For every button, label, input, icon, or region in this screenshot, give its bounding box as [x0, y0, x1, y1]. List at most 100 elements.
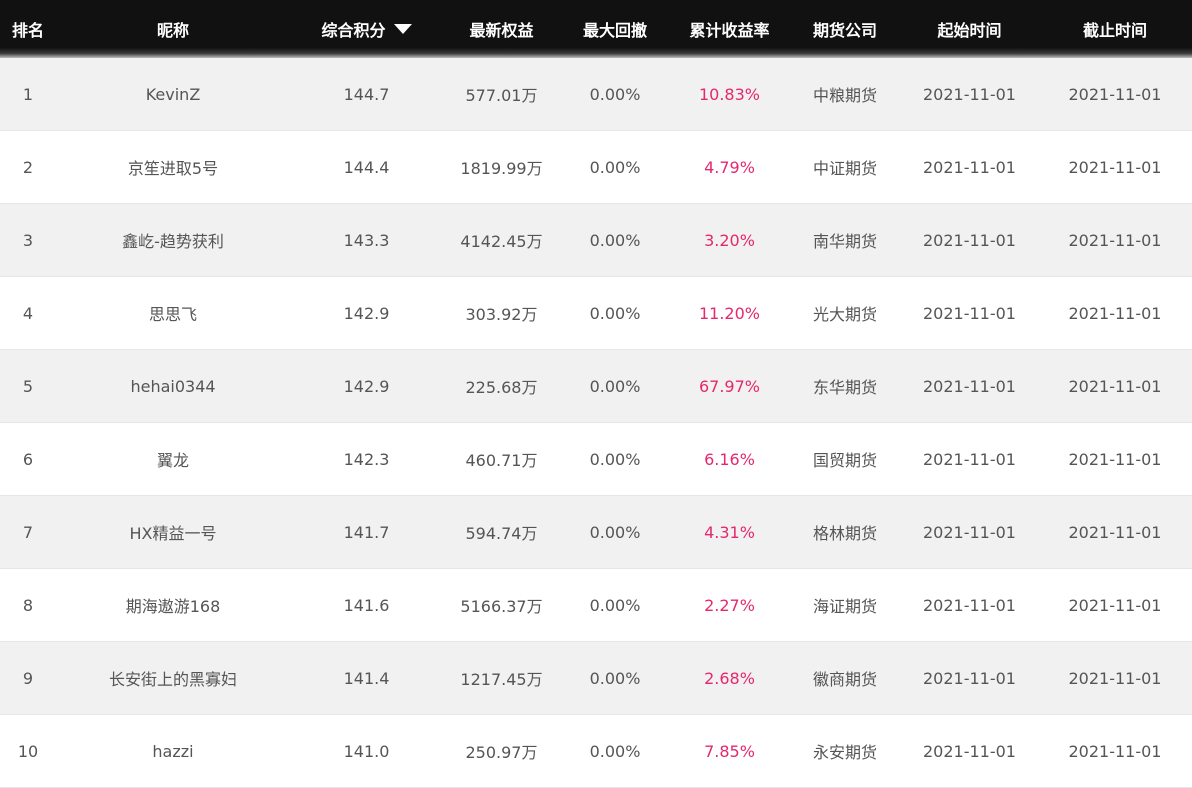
cell-rank: 2 — [22, 157, 34, 177]
table-row: 1 KevinZ 144.7 577.01万 0.00% 10.83% 中粮期货 2021-1… — [0, 58, 1192, 131]
table-header: 排名 昵称 综合积分 最新权益 最大回撤 累计收益率 期货公司 起始时间 截止时… — [0, 0, 1192, 58]
cell-futures-company: 格林期货 — [812, 524, 877, 543]
cell-futures-company: 国贸期货 — [812, 451, 877, 470]
column-header-nickname: 昵称 — [156, 21, 189, 40]
cell-futures-company: 中粮期货 — [812, 86, 877, 105]
ranking-table: 排名 昵称 综合积分 最新权益 最大回撤 累计收益率 期货公司 起始时间 截止时… — [0, 0, 1192, 788]
column-header-max-drawdown: 最大回撤 — [582, 21, 647, 40]
table-row: 8 期海遨游168 141.6 5166.37万 0.00% 2.27% 海证期货 2021-… — [0, 569, 1192, 642]
cell-start-time: 2021-11-01 — [923, 522, 1016, 542]
cell-futures-company: 东华期货 — [812, 378, 877, 397]
cell-equity: 250.97万 — [465, 743, 538, 762]
cell-cumulative-return: 10.83% — [698, 84, 760, 104]
table-row: 9 长安街上的黑寡妇 141.4 1217.45万 0.00% 2.68% 徽商期货 2021… — [0, 642, 1192, 715]
cell-max-drawdown: 0.00% — [589, 741, 641, 761]
cell-cumulative-return: 6.16% — [704, 449, 755, 469]
cell-futures-company: 中证期货 — [812, 159, 877, 178]
column-header-start-time: 起始时间 — [937, 21, 1002, 40]
cell-rank: 5 — [22, 376, 34, 396]
cell-rank: 8 — [22, 595, 34, 615]
cell-nickname: 长安街上的黑寡妇 — [108, 670, 237, 689]
cell-nickname: 思思飞 — [148, 305, 197, 324]
cell-nickname: hehai0344 — [130, 376, 216, 396]
column-header-score-label: 综合积分 — [321, 21, 386, 40]
cell-nickname: 京笙进取5号 — [127, 159, 219, 178]
cell-equity: 303.92万 — [465, 305, 538, 324]
cell-end-time: 2021-11-01 — [1068, 376, 1162, 396]
cell-start-time: 2021-11-01 — [923, 741, 1016, 761]
cell-end-time: 2021-11-01 — [1068, 303, 1162, 323]
cell-rank: 4 — [22, 303, 34, 323]
column-header-cumulative-return: 累计收益率 — [689, 21, 770, 40]
column-header-end-time: 截止时间 — [1082, 21, 1147, 40]
column-header-futures-company: 期货公司 — [812, 21, 877, 40]
cell-end-time: 2021-11-01 — [1068, 595, 1162, 615]
cell-start-time: 2021-11-01 — [923, 157, 1016, 177]
cell-equity: 5166.37万 — [460, 597, 543, 616]
cell-equity: 4142.45万 — [460, 232, 543, 251]
cell-end-time: 2021-11-01 — [1068, 449, 1162, 469]
cell-score: 141.4 — [343, 668, 390, 688]
cell-end-time: 2021-11-01 — [1068, 668, 1162, 688]
cell-score: 142.9 — [343, 303, 390, 323]
table-row: 2 京笙进取5号 144.4 1819.99万 0.00% 4.79% 中证期货 2021-1… — [0, 131, 1192, 204]
column-header-equity: 最新权益 — [469, 21, 534, 40]
cell-max-drawdown: 0.00% — [589, 449, 641, 469]
column-header-score[interactable]: 综合积分 — [290, 17, 443, 41]
cell-max-drawdown: 0.00% — [589, 84, 641, 104]
table-body: 1 KevinZ 144.7 577.01万 0.00% 10.83% 中粮期货 2021-1… — [0, 58, 1192, 788]
cell-futures-company: 徽商期货 — [812, 670, 877, 689]
cell-cumulative-return: 11.20% — [698, 303, 760, 323]
cell-end-time: 2021-11-01 — [1068, 84, 1162, 104]
cell-cumulative-return: 7.85% — [704, 741, 755, 761]
cell-nickname: 翼龙 — [156, 451, 189, 470]
cell-cumulative-return: 67.97% — [698, 376, 760, 396]
table-row: 6 翼龙 142.3 460.71万 0.00% 6.16% 国贸期货 2021-11-01 2… — [0, 423, 1192, 496]
cell-score: 144.4 — [343, 157, 390, 177]
cell-futures-company: 光大期货 — [812, 305, 877, 324]
cell-max-drawdown: 0.00% — [589, 230, 641, 250]
cell-score: 141.0 — [343, 741, 390, 761]
cell-max-drawdown: 0.00% — [589, 522, 641, 542]
cell-futures-company: 海证期货 — [812, 597, 877, 616]
cell-rank: 6 — [22, 449, 34, 469]
cell-start-time: 2021-11-01 — [923, 230, 1016, 250]
cell-max-drawdown: 0.00% — [589, 303, 641, 323]
cell-end-time: 2021-11-01 — [1068, 741, 1162, 761]
cell-start-time: 2021-11-01 — [923, 595, 1016, 615]
cell-end-time: 2021-11-01 — [1068, 230, 1162, 250]
cell-cumulative-return: 3.20% — [704, 230, 755, 250]
cell-cumulative-return: 4.31% — [704, 522, 755, 542]
cell-nickname: 鑫屹-趋势获利 — [122, 232, 224, 251]
cell-rank: 1 — [22, 84, 34, 104]
cell-equity: 594.74万 — [465, 524, 538, 543]
cell-end-time: 2021-11-01 — [1068, 157, 1162, 177]
table-row: 5 hehai0344 142.9 225.68万 0.00% 67.97% 东华期货 202… — [0, 350, 1192, 423]
cell-max-drawdown: 0.00% — [589, 157, 641, 177]
cell-start-time: 2021-11-01 — [923, 303, 1016, 323]
table-row: 7 HX精益一号 141.7 594.74万 0.00% 4.31% 格林期货 2021-11… — [0, 496, 1192, 569]
cell-cumulative-return: 4.79% — [704, 157, 755, 177]
cell-nickname: KevinZ — [145, 84, 201, 104]
table-row: 3 鑫屹-趋势获利 143.3 4142.45万 0.00% 3.20% 南华期货 2021-… — [0, 204, 1192, 277]
cell-score: 141.7 — [343, 522, 390, 542]
cell-rank: 3 — [22, 230, 34, 250]
cell-score: 144.7 — [343, 84, 390, 104]
cell-nickname: hazzi — [152, 741, 194, 761]
cell-nickname: HX精益一号 — [129, 524, 217, 543]
sort-descending-icon — [393, 24, 412, 34]
cell-equity: 1819.99万 — [460, 159, 543, 178]
cell-futures-company: 永安期货 — [812, 743, 877, 762]
table-row: 4 思思飞 142.9 303.92万 0.00% 11.20% 光大期货 2021-11-0… — [0, 277, 1192, 350]
cell-score: 141.6 — [343, 595, 390, 615]
cell-start-time: 2021-11-01 — [923, 376, 1016, 396]
table-row: 10 hazzi 141.0 250.97万 0.00% 7.85% 永安期货 2021-11… — [0, 715, 1192, 788]
cell-cumulative-return: 2.68% — [704, 668, 755, 688]
cell-start-time: 2021-11-01 — [923, 449, 1016, 469]
cell-equity: 460.71万 — [465, 451, 538, 470]
cell-nickname: 期海遨游168 — [125, 597, 221, 616]
cell-max-drawdown: 0.00% — [589, 595, 641, 615]
cell-start-time: 2021-11-01 — [923, 668, 1016, 688]
cell-rank: 7 — [22, 522, 34, 542]
cell-rank: 9 — [22, 668, 34, 688]
